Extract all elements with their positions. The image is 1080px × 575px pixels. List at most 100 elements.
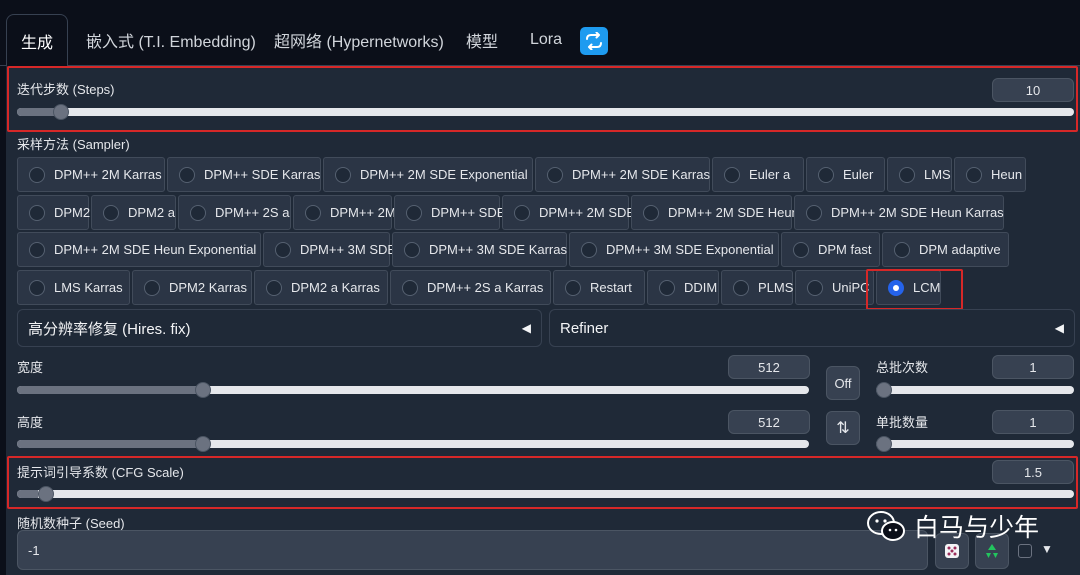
width-slider[interactable]: [17, 386, 809, 394]
highlight-box: [7, 66, 1078, 132]
tab-label: 超网络 (Hypernetworks): [274, 34, 444, 51]
sampler-option[interactable]: LMS Karras: [17, 270, 130, 305]
tab-label: 生成: [21, 34, 54, 52]
sampler-option[interactable]: DPM2 a: [91, 195, 176, 230]
sampler-option[interactable]: DPM2: [17, 195, 91, 230]
sampler-option[interactable]: DPM++ 3M SDE Exponential: [569, 232, 779, 267]
sampler-option-label: Heun: [991, 167, 1023, 182]
sampler-option-label: DDIM: [684, 280, 718, 295]
sampler-option[interactable]: DPM++ 2S a: [178, 195, 291, 230]
radio-circle-icon: [305, 204, 321, 221]
sampler-option[interactable]: DPM++ 3M SDE Karras: [392, 232, 567, 267]
sampler-option[interactable]: DPM++ 2M SDE Heun Exponential: [17, 232, 261, 267]
sampler-option[interactable]: Euler a: [712, 157, 804, 192]
height-number-input[interactable]: 512: [728, 410, 810, 434]
sampler-option[interactable]: DPM++ 2M Karras: [17, 157, 165, 192]
batch-count-number-input[interactable]: 1: [992, 355, 1074, 379]
sampler-option[interactable]: Heun: [954, 157, 1026, 192]
tab-generate[interactable]: 生成: [6, 14, 69, 66]
dice-icon: [945, 544, 959, 558]
sampler-option-label: DPM++ 3M SDE Exponential: [606, 242, 774, 257]
radio-circle-icon: [547, 166, 563, 183]
radio-circle-icon: [899, 166, 915, 183]
sampler-option[interactable]: DPM++ 2M SDE: [502, 195, 635, 230]
tab-hypernetworks[interactable]: 超网络 (Hypernetworks): [274, 14, 444, 66]
tab-label: 嵌入式 (T.I. Embedding): [86, 34, 256, 51]
sampler-option[interactable]: DDIM: [647, 270, 719, 305]
radio-circle-icon: [103, 204, 119, 221]
radio-circle-icon: [335, 166, 351, 183]
sampler-option[interactable]: DPM++ 2M SDE Karras: [535, 157, 710, 192]
batch-size-slider[interactable]: [876, 440, 1074, 448]
sampler-option-label: Euler a: [749, 167, 791, 182]
batch-size-slider-thumb[interactable]: [876, 436, 892, 452]
sampler-option[interactable]: DPM++ 2M SDE Heun: [631, 195, 799, 230]
sampler-option-label: LMS: [924, 167, 951, 182]
tab-ti-embedding[interactable]: 嵌入式 (T.I. Embedding): [86, 14, 256, 66]
sampler-option[interactable]: DPM adaptive: [882, 232, 1009, 267]
sampler-option[interactable]: DPM++ SDE: [394, 195, 505, 230]
refresh-button[interactable]: [580, 27, 608, 55]
sampler-option[interactable]: LMS: [887, 157, 952, 192]
batch-count-slider[interactable]: [876, 386, 1074, 394]
sampler-option-label: DPM2 a: [128, 205, 175, 220]
width-number-input[interactable]: 512: [728, 355, 810, 379]
sampler-option[interactable]: UniPC: [795, 270, 874, 305]
batch-size-number-input[interactable]: 1: [992, 410, 1074, 434]
sampler-option-label: DPM++ 3M SDE Karras: [429, 242, 567, 257]
sampler-option[interactable]: DPM++ 2M SDE Heun Karras: [794, 195, 1004, 230]
highlight-box: [866, 269, 963, 310]
sampler-option[interactable]: Restart: [553, 270, 645, 305]
sampler-option-label: DPM adaptive: [919, 242, 1001, 257]
sampler-option-label: DPM++ SDE Karras: [204, 167, 321, 182]
sampler-option[interactable]: DPM++ SDE Karras: [167, 157, 321, 192]
radio-circle-icon: [190, 204, 206, 221]
sampler-option-label: DPM2: [54, 205, 91, 220]
sampler-option[interactable]: DPM2 Karras: [132, 270, 252, 305]
sampler-option-label: Restart: [590, 280, 632, 295]
refresh-icon: [586, 32, 602, 50]
extra-seed-checkbox[interactable]: [1018, 544, 1032, 558]
radio-circle-icon: [643, 204, 659, 221]
radio-circle-icon: [266, 279, 282, 296]
sampler-option[interactable]: DPM fast: [781, 232, 880, 267]
radio-circle-icon: [733, 279, 749, 296]
radio-circle-icon: [514, 204, 530, 221]
sampler-option[interactable]: DPM++ 2S a Karras: [390, 270, 551, 305]
sampler-option-label: DPM++ 2S a Karras: [427, 280, 544, 295]
sampler-option-label: Euler: [843, 167, 874, 182]
off-button[interactable]: Off: [826, 366, 860, 400]
sampler-option[interactable]: DPM++ 2M SDE Exponential: [323, 157, 533, 192]
radio-circle-icon: [404, 241, 420, 258]
swap-dimensions-button[interactable]: ⇅: [826, 411, 860, 445]
radio-circle-icon: [402, 279, 418, 296]
tab-models[interactable]: 模型: [466, 14, 498, 66]
sampler-option-label: DPM++ 2S a: [215, 205, 290, 220]
width-label: 宽度: [17, 360, 44, 375]
seed-input[interactable]: -1: [17, 530, 928, 570]
sampler-option[interactable]: DPM++ 2M: [293, 195, 396, 230]
watermark: 白马与少年: [866, 508, 1039, 544]
sampler-option-label: DPM2 Karras: [169, 280, 248, 295]
sampler-option[interactable]: DPM++ 3M SDE: [263, 232, 396, 267]
radio-circle-icon: [659, 279, 675, 296]
batch-count-slider-thumb[interactable]: [876, 382, 892, 398]
radio-circle-icon: [818, 166, 834, 183]
sampler-option[interactable]: Euler: [806, 157, 885, 192]
radio-circle-icon: [966, 166, 982, 183]
sampler-option-label: DPM++ 2M SDE Heun: [668, 205, 799, 220]
sampler-option-label: DPM++ 2M SDE Karras: [572, 167, 710, 182]
radio-circle-icon: [275, 241, 291, 258]
tab-lora[interactable]: Lora: [530, 14, 562, 66]
extra-dropdown-icon[interactable]: ▼: [1041, 542, 1053, 556]
sampler-option-label: DPM++ 2M: [330, 205, 396, 220]
sampler-option[interactable]: PLMS: [721, 270, 793, 305]
tab-label: Lora: [530, 31, 563, 48]
wechat-icon: [867, 511, 905, 541]
hires-fix-accordion[interactable]: 高分辨率修复 (Hires. fix) ◀: [17, 309, 542, 347]
sampler-option[interactable]: DPM2 a Karras: [254, 270, 388, 305]
refiner-accordion[interactable]: Refiner ◀: [549, 309, 1075, 347]
sampler-option-label: DPM++ 3M SDE: [300, 242, 397, 257]
height-slider[interactable]: [17, 440, 809, 448]
height-label: 高度: [17, 415, 44, 430]
